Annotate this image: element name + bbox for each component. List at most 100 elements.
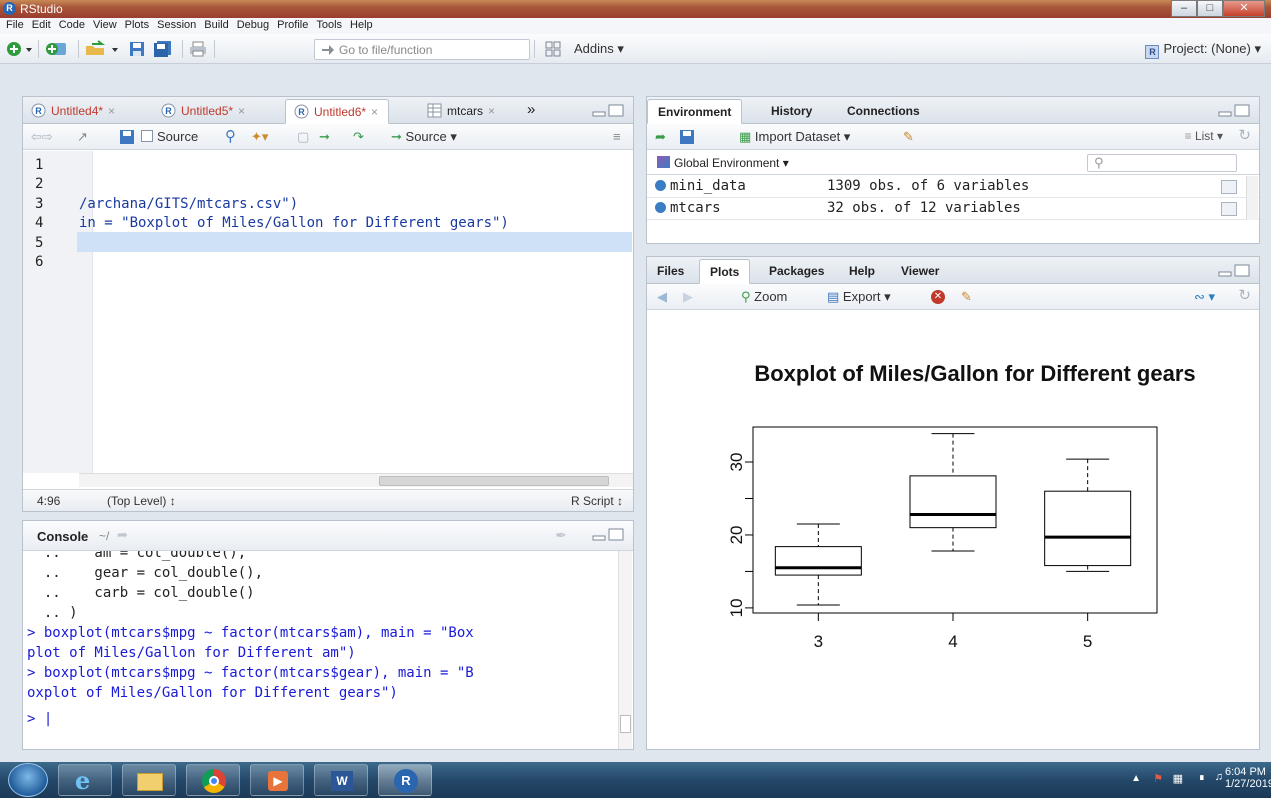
code-tools-icon[interactable]: ✦▾ [251, 129, 268, 145]
open-file-icon[interactable] [84, 40, 110, 58]
refresh-icon[interactable]: ↻ [1238, 126, 1251, 144]
tab-mtcars[interactable]: mtcars × [419, 99, 505, 124]
file-type-selector[interactable]: R Script ↕ [571, 494, 623, 508]
view-data-icon[interactable] [1221, 202, 1237, 216]
tray-expand-icon[interactable]: ▲ [1131, 773, 1141, 784]
go-to-directory-icon[interactable]: ➦ [117, 527, 128, 543]
project-menu[interactable]: R Project: (None) ▾ [1145, 41, 1261, 59]
load-workspace-icon[interactable]: ➦ [655, 129, 666, 145]
tab-untitled6[interactable]: R Untitled6* × [285, 99, 390, 124]
menu-session[interactable]: Session [153, 18, 200, 31]
save-all-icon[interactable] [152, 40, 174, 58]
show-in-window-icon[interactable]: ↗ [77, 129, 88, 145]
save-workspace-icon[interactable] [679, 129, 695, 145]
clock[interactable]: 6:04 PM 1/27/2019 [1225, 766, 1271, 790]
save-icon[interactable] [128, 40, 146, 58]
global-environment-menu[interactable]: Global Environment ▾ [657, 156, 789, 170]
menu-file[interactable]: File [0, 18, 28, 31]
publish-icon[interactable]: ∾ ▾ [1194, 289, 1215, 305]
clear-workspace-broom-icon[interactable]: ✎ [903, 129, 914, 145]
tab-untitled5[interactable]: R Untitled5* × [153, 99, 255, 124]
environment-row-mtcars[interactable]: mtcars 32 obs. of 12 variables [647, 198, 1259, 220]
volume-icon[interactable]: ♫ [1215, 771, 1223, 783]
minimize-maximize-icon[interactable] [1217, 264, 1253, 278]
environment-scrollbar[interactable] [1246, 176, 1258, 220]
open-file-dropdown-icon[interactable] [110, 40, 120, 58]
menu-tools[interactable]: Tools [312, 18, 346, 31]
start-button-icon[interactable] [8, 763, 48, 797]
internet-explorer-icon[interactable]: e [58, 764, 112, 796]
go-to-file-input[interactable]: Go to file/function [314, 39, 530, 60]
run-line-icon[interactable]: ➞ [319, 129, 330, 145]
menu-plots[interactable]: Plots [121, 18, 153, 31]
clear-plots-broom-icon[interactable]: ✎ [961, 289, 972, 305]
environment-row-mini-data[interactable]: mini_data 1309 obs. of 6 variables [647, 176, 1259, 198]
refresh-icon[interactable]: ↻ [1238, 286, 1251, 304]
grid-layout-icon[interactable] [544, 40, 562, 58]
scope-selector[interactable]: (Top Level) ↕ [107, 494, 176, 508]
word-icon[interactable]: W [314, 764, 368, 796]
new-file-icon[interactable] [6, 40, 24, 58]
tab-packages[interactable]: Packages [759, 259, 834, 284]
close-tab-icon[interactable]: × [108, 104, 115, 118]
scrollbar-thumb[interactable] [379, 476, 609, 486]
close-tab-icon[interactable]: × [371, 105, 378, 119]
import-dataset-button[interactable]: ▦ Import Dataset ▾ [739, 129, 850, 145]
export-menu[interactable]: ▤ Export ▾ [827, 289, 891, 305]
more-tabs-button[interactable]: » [517, 99, 545, 124]
menu-help[interactable]: Help [346, 18, 377, 31]
code-area[interactable]: /archana/GITS/mtcars.csv") in = "Boxplot… [79, 151, 631, 473]
clear-console-icon[interactable]: ✒ [555, 527, 567, 544]
horizontal-scrollbar[interactable] [79, 473, 633, 487]
save-icon[interactable] [119, 129, 135, 145]
console-scrollbar[interactable] [618, 551, 632, 749]
next-plot-icon[interactable]: ▶ [683, 289, 693, 305]
expand-icon[interactable] [655, 202, 666, 213]
close-tab-icon[interactable]: × [488, 104, 495, 118]
minimize-maximize-icon[interactable] [591, 104, 627, 118]
tab-untitled4[interactable]: R Untitled4* × [23, 99, 125, 124]
search-icon[interactable]: ⚲ [225, 127, 236, 145]
rstudio-taskbar-icon[interactable]: R [378, 764, 432, 796]
action-center-flag-icon[interactable]: ⚑ [1153, 772, 1163, 785]
media-player-icon[interactable]: ▶ [250, 764, 304, 796]
view-data-icon[interactable] [1221, 180, 1237, 194]
print-icon[interactable] [188, 40, 208, 58]
minimize-maximize-icon[interactable] [591, 528, 627, 542]
rerun-icon[interactable]: ↷ [353, 129, 364, 145]
menu-view[interactable]: View [89, 18, 121, 31]
previous-plot-icon[interactable]: ◀ [657, 289, 667, 305]
signal-icon[interactable]: ∎ [1199, 772, 1205, 783]
tab-viewer[interactable]: Viewer [891, 259, 949, 284]
console-prompt[interactable]: > | [27, 711, 52, 727]
source-button[interactable]: ➞ Source ▾ [391, 129, 457, 145]
addins-menu[interactable]: Addins ▾ [574, 41, 624, 57]
zoom-button[interactable]: ⚲ Zoom [741, 289, 787, 305]
maximize-button[interactable]: □ [1197, 0, 1223, 17]
close-tab-icon[interactable]: × [238, 104, 245, 118]
remove-plot-icon[interactable]: ✕ [931, 290, 945, 304]
menu-profile[interactable]: Profile [273, 18, 312, 31]
minimize-maximize-icon[interactable] [1217, 104, 1253, 118]
new-file-dropdown-icon[interactable] [24, 40, 34, 58]
tab-plots[interactable]: Plots [699, 259, 751, 284]
new-project-icon[interactable] [44, 40, 70, 58]
menu-edit[interactable]: Edit [28, 18, 55, 31]
tab-files[interactable]: Files [647, 259, 694, 284]
environment-search-input[interactable]: ⚲ [1087, 154, 1237, 172]
view-mode-menu[interactable]: ≡ List ▾ [1185, 129, 1223, 143]
minimize-button[interactable]: – [1171, 0, 1197, 17]
scrollbar-thumb[interactable] [620, 715, 631, 733]
tab-connections[interactable]: Connections [837, 99, 930, 124]
tab-environment[interactable]: Environment [647, 99, 743, 124]
network-icon[interactable]: ▦ [1173, 772, 1183, 785]
expand-icon[interactable] [655, 180, 666, 191]
outline-icon[interactable]: ≡ [613, 129, 621, 144]
back-forward-icon[interactable]: ⇦⇨ [31, 129, 53, 145]
menu-code[interactable]: Code [55, 18, 89, 31]
compile-report-icon[interactable]: ▢ [297, 129, 309, 145]
source-on-save-checkbox[interactable]: Source [141, 129, 198, 144]
menu-build[interactable]: Build [200, 18, 232, 31]
menu-debug[interactable]: Debug [233, 18, 273, 31]
console-title[interactable]: Console [37, 529, 88, 544]
